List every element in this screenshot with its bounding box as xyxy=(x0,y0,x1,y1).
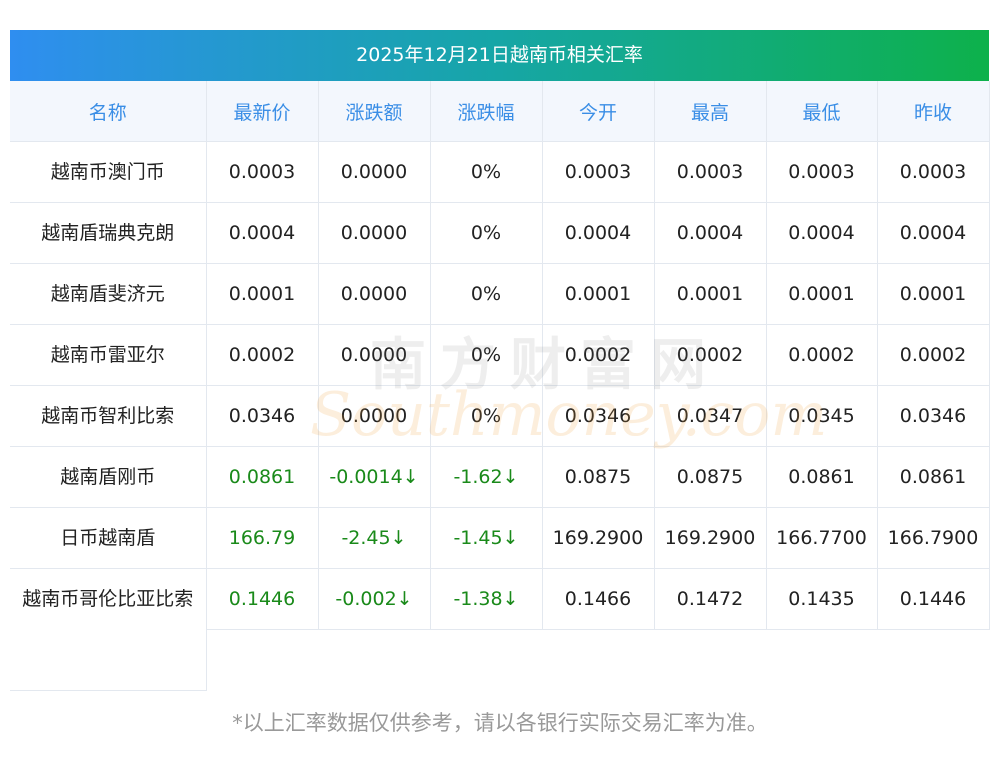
prev-close-price: 0.0346 xyxy=(877,385,990,447)
disclaimer-note: *以上汇率数据仅供参考，请以各银行实际交易汇率为准。 xyxy=(232,711,768,735)
change-percent: 0% xyxy=(430,324,543,386)
latest-price: 0.0861 xyxy=(206,446,319,508)
change-percent: 0% xyxy=(430,385,543,447)
latest-price: 0.0001 xyxy=(206,263,319,325)
empty-cell xyxy=(206,630,989,691)
open-price: 169.2900 xyxy=(542,507,655,569)
column-header-change-pct: 涨跌幅 xyxy=(430,81,543,142)
latest-price: 0.0002 xyxy=(206,324,319,386)
change-percent: 0% xyxy=(430,202,543,264)
open-price: 0.0002 xyxy=(542,324,655,386)
currency-pair-name: 越南币澳门币 xyxy=(10,141,207,203)
high-price: 0.0002 xyxy=(654,324,767,386)
exchange-rate-table: 名称 最新价 涨跌额 涨跌幅 今开 最高 最低 昨收 越南币澳门币 0.0003… xyxy=(10,81,990,691)
change-percent: 0% xyxy=(430,141,543,203)
column-header-prev-close: 昨收 xyxy=(877,81,990,142)
table-row: 越南币雷亚尔 0.0002 0.0000 0% 0.0002 0.0002 0.… xyxy=(10,324,990,386)
latest-price: 0.0003 xyxy=(206,141,319,203)
currency-pair-name: 日币越南盾 xyxy=(10,507,207,569)
currency-pair-name: 越南币哥伦比亚比索 xyxy=(10,568,207,691)
table-row: 越南币智利比索 0.0346 0.0000 0% 0.0346 0.0347 0… xyxy=(10,385,990,447)
column-header-open: 今开 xyxy=(542,81,655,142)
open-price: 0.0346 xyxy=(542,385,655,447)
prev-close-price: 0.1446 xyxy=(877,568,990,630)
change-amount: 0.0000 xyxy=(318,263,431,325)
high-price: 0.0004 xyxy=(654,202,767,264)
latest-price: 0.0004 xyxy=(206,202,319,264)
open-price: 0.0003 xyxy=(542,141,655,203)
change-amount: 0.0000 xyxy=(318,141,431,203)
currency-pair-name: 越南币雷亚尔 xyxy=(10,324,207,386)
prev-close-price: 0.0003 xyxy=(877,141,990,203)
column-header-name: 名称 xyxy=(10,81,207,142)
high-price: 0.0875 xyxy=(654,446,767,508)
low-price: 0.1435 xyxy=(766,568,878,630)
high-price: 0.0347 xyxy=(654,385,767,447)
latest-price: 166.79 xyxy=(206,507,319,569)
table-title: 2025年12月21日越南币相关汇率 xyxy=(10,30,989,81)
table-row: 越南币澳门币 0.0003 0.0000 0% 0.0003 0.0003 0.… xyxy=(10,141,990,203)
currency-pair-name: 越南盾斐济元 xyxy=(10,263,207,325)
high-price: 169.2900 xyxy=(654,507,767,569)
change-percent: -1.38↓ xyxy=(430,568,543,630)
open-price: 0.1466 xyxy=(542,568,655,630)
change-percent: -1.45↓ xyxy=(430,507,543,569)
column-header-change: 涨跌额 xyxy=(318,81,431,142)
open-price: 0.0004 xyxy=(542,202,655,264)
high-price: 0.1472 xyxy=(654,568,767,630)
change-amount: -2.45↓ xyxy=(318,507,431,569)
low-price: 166.7700 xyxy=(766,507,878,569)
low-price: 0.0001 xyxy=(766,263,878,325)
table-row: 越南盾刚币 0.0861 -0.0014↓ -1.62↓ 0.0875 0.08… xyxy=(10,446,990,508)
low-price: 0.0861 xyxy=(766,446,878,508)
prev-close-price: 0.0861 xyxy=(877,446,990,508)
low-price: 0.0345 xyxy=(766,385,878,447)
table-row: 日币越南盾 166.79 -2.45↓ -1.45↓ 169.2900 169.… xyxy=(10,507,990,569)
change-amount: -0.002↓ xyxy=(318,568,431,630)
currency-pair-name: 越南盾瑞典克朗 xyxy=(10,202,207,264)
change-amount: -0.0014↓ xyxy=(318,446,431,508)
prev-close-price: 0.0002 xyxy=(877,324,990,386)
low-price: 0.0002 xyxy=(766,324,878,386)
open-price: 0.0001 xyxy=(542,263,655,325)
change-percent: 0% xyxy=(430,263,543,325)
column-header-low: 最低 xyxy=(766,81,878,142)
column-header-latest: 最新价 xyxy=(206,81,319,142)
currency-pair-name: 越南币智利比索 xyxy=(10,385,207,447)
high-price: 0.0001 xyxy=(654,263,767,325)
table-header-row: 名称 最新价 涨跌额 涨跌幅 今开 最高 最低 昨收 xyxy=(10,81,990,142)
low-price: 0.0004 xyxy=(766,202,878,264)
high-price: 0.0003 xyxy=(654,141,767,203)
currency-pair-name: 越南盾刚币 xyxy=(10,446,207,508)
change-amount: 0.0000 xyxy=(318,385,431,447)
low-price: 0.0003 xyxy=(766,141,878,203)
table-row: 越南盾斐济元 0.0001 0.0000 0% 0.0001 0.0001 0.… xyxy=(10,263,990,325)
change-amount: 0.0000 xyxy=(318,324,431,386)
open-price: 0.0875 xyxy=(542,446,655,508)
latest-price: 0.1446 xyxy=(206,568,319,630)
change-percent: -1.62↓ xyxy=(430,446,543,508)
column-header-high: 最高 xyxy=(654,81,767,142)
latest-price: 0.0346 xyxy=(206,385,319,447)
change-amount: 0.0000 xyxy=(318,202,431,264)
prev-close-price: 166.7900 xyxy=(877,507,990,569)
prev-close-price: 0.0001 xyxy=(877,263,990,325)
table-row: 越南盾瑞典克朗 0.0004 0.0000 0% 0.0004 0.0004 0… xyxy=(10,202,990,264)
prev-close-price: 0.0004 xyxy=(877,202,990,264)
table-row: 越南币哥伦比亚比索 0.1446 -0.002↓ -1.38↓ 0.1466 0… xyxy=(10,568,990,691)
